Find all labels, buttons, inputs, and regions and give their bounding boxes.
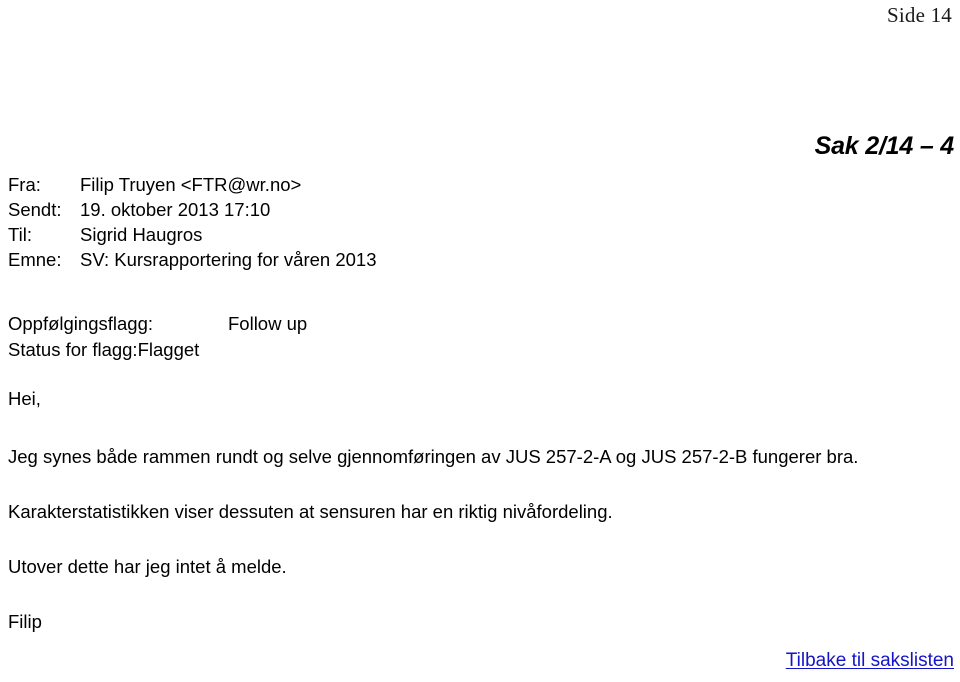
email-header-value-sent: 19. oktober 2013 17:10 <box>80 199 271 220</box>
case-reference-heading: Sak 2/14 – 4 <box>814 132 955 160</box>
email-header-row-from: Fra: Filip Truyen <FTR@wr.no> <box>8 172 377 197</box>
email-header-value-subject: SV: Kursrapportering for våren 2013 <box>80 249 377 270</box>
email-header-table: Fra: Filip Truyen <FTR@wr.no> Sendt: 19.… <box>8 172 377 272</box>
email-header-row-to: Til: Sigrid Haugros <box>8 222 377 247</box>
email-header-value-to: Sigrid Haugros <box>80 224 203 245</box>
message-paragraph-1: Jeg synes både rammen rundt og selve gje… <box>8 446 859 467</box>
flag-status-label: Status for flagg: <box>8 339 138 360</box>
followup-flag-row: Oppfølgingsflagg: Follow up <box>8 311 307 337</box>
message-paragraph-3: Utover dette har jeg intet å melde. <box>8 556 287 577</box>
email-header-label-sent: Sendt: <box>8 199 62 220</box>
message-body: Hei, Jeg synes både rammen rundt og selv… <box>8 386 956 635</box>
email-header-label-subject: Emne: <box>8 249 62 270</box>
document-page: Side 14 Sak 2/14 – 4 Fra: Filip Truyen <… <box>0 0 960 682</box>
followup-flag-block: Oppfølgingsflagg: Follow up Status for fl… <box>8 311 307 363</box>
flag-status-value: Flagget <box>137 339 200 360</box>
followup-flag-value: Follow up <box>228 313 308 334</box>
back-to-case-list-link[interactable]: Tilbake til sakslisten <box>786 648 954 674</box>
email-header-value-from: Filip Truyen <FTR@wr.no> <box>80 174 302 195</box>
message-signature: Filip <box>8 611 42 632</box>
email-header-label-to: Til: <box>8 224 32 245</box>
followup-flag-label: Oppfølgingsflagg: <box>8 313 154 334</box>
email-header-row-subject: Emne: SV: Kursrapportering for våren 201… <box>8 247 377 272</box>
page-number: Side 14 <box>887 3 952 27</box>
flag-status-row: Status for flagg:Flagget <box>8 337 307 363</box>
email-header-label-from: Fra: <box>8 174 41 195</box>
email-header-row-sent: Sendt: 19. oktober 2013 17:10 <box>8 197 377 222</box>
message-greeting: Hei, <box>8 388 41 409</box>
message-paragraph-2: Karakterstatistikken viser dessuten at s… <box>8 501 613 522</box>
